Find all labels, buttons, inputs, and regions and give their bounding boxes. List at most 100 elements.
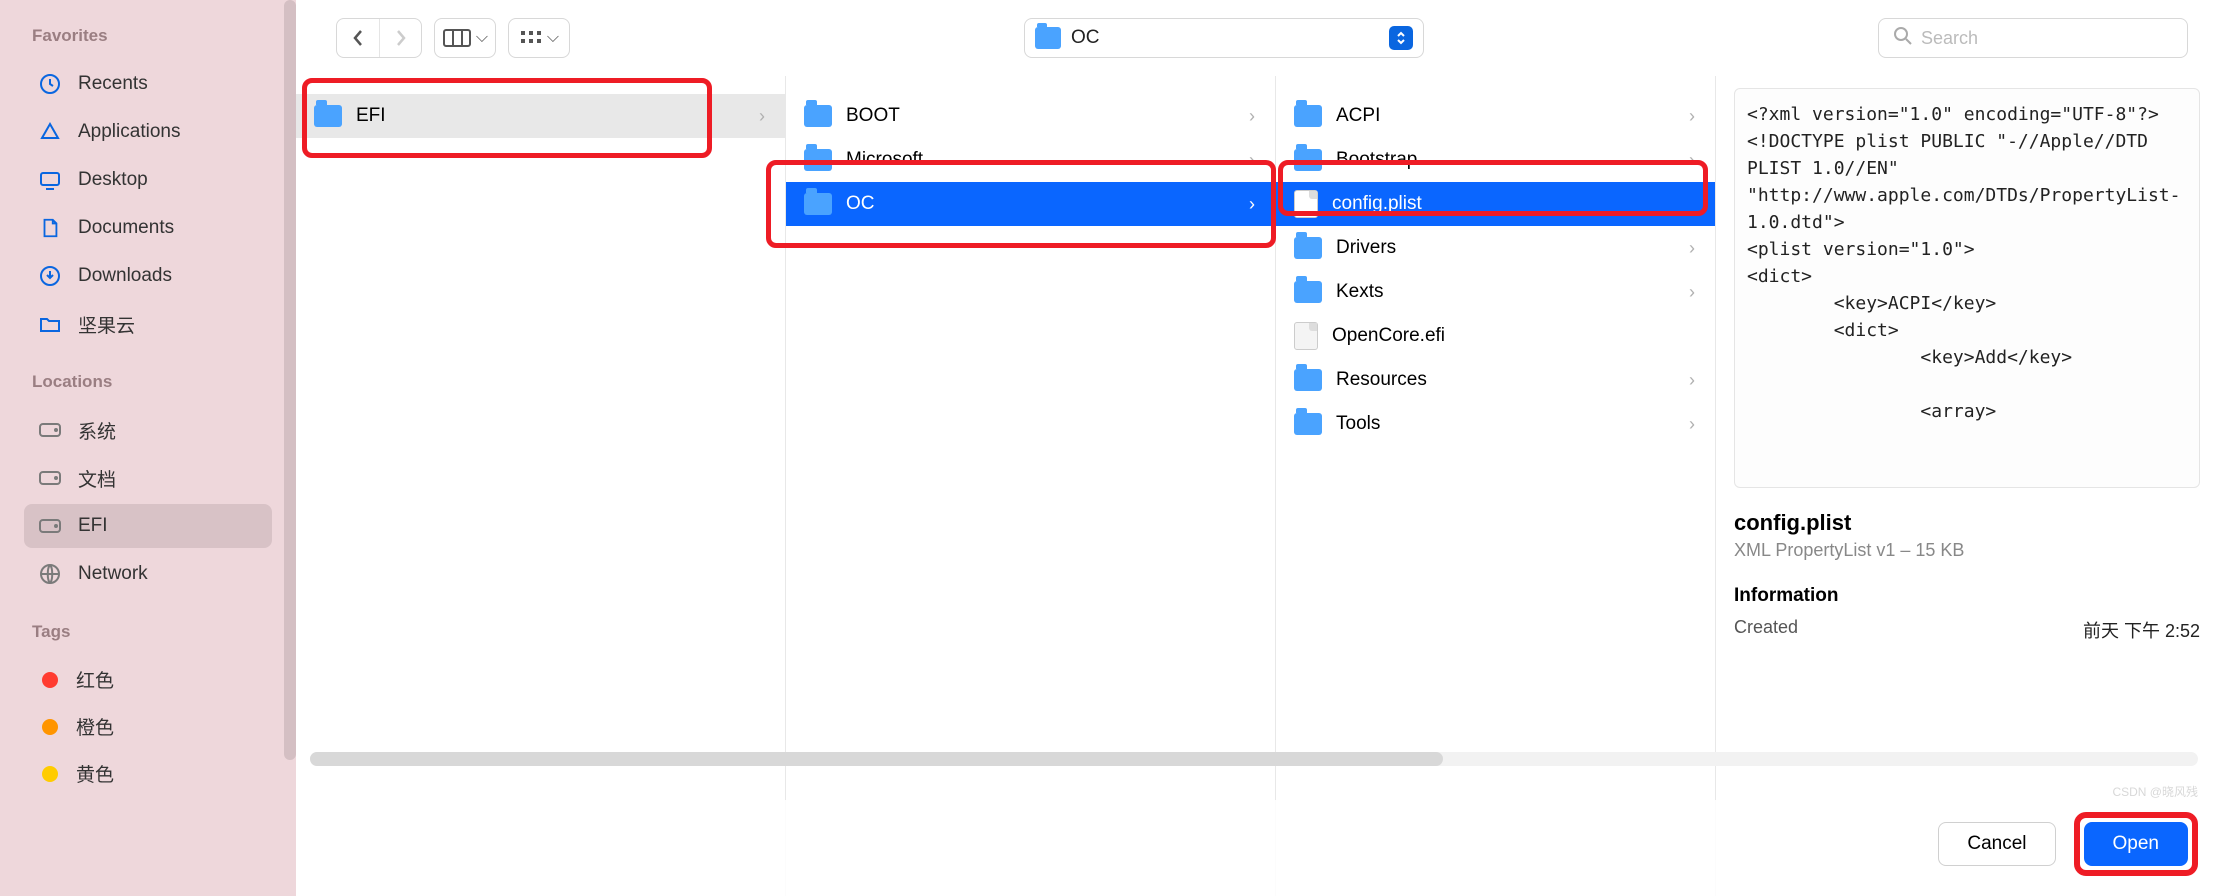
item-label: Drivers xyxy=(1336,237,1689,259)
file-icon xyxy=(1294,322,1318,350)
forward-button[interactable] xyxy=(379,19,421,57)
sidebar-item-recents[interactable]: Recents xyxy=(24,62,272,106)
sidebar-item-label: Recents xyxy=(78,73,148,95)
clock-icon xyxy=(36,70,64,98)
desktop-icon xyxy=(36,166,64,194)
list-item[interactable]: EFI › xyxy=(296,94,785,138)
annotation-box: Open xyxy=(2074,812,2198,876)
sidebar-item-label: 橙色 xyxy=(76,713,114,740)
sidebar: Favorites Recents Applications Desktop D… xyxy=(0,0,296,896)
chevron-right-icon: › xyxy=(1689,282,1695,303)
sidebar-item-label: 坚果云 xyxy=(78,311,135,338)
search-box[interactable] xyxy=(1878,18,2188,58)
sidebar-item-jianguoyun[interactable]: 坚果云 xyxy=(24,302,272,346)
sidebar-item-desktop[interactable]: Desktop xyxy=(24,158,272,202)
group-icon: ⌵ xyxy=(509,19,569,57)
sidebar-tag-yellow[interactable]: 黄色 xyxy=(24,752,272,795)
chevron-right-icon: › xyxy=(1689,150,1695,171)
sidebar-item-label: 系统 xyxy=(78,417,116,444)
column-1: EFI › xyxy=(296,76,786,896)
columns-browser: EFI › BOOT › Microsoft › xyxy=(296,76,2218,896)
path-label: OC xyxy=(1071,27,1379,49)
info-heading: Information xyxy=(1734,585,2200,607)
cancel-button[interactable]: Cancel xyxy=(1938,822,2055,866)
sidebar-item-applications[interactable]: Applications xyxy=(24,110,272,154)
item-label: Tools xyxy=(1336,413,1689,435)
item-label: config.plist xyxy=(1332,193,1695,215)
doc-icon xyxy=(36,214,64,242)
favorites-heading: Favorites xyxy=(24,20,272,52)
back-button[interactable] xyxy=(337,19,379,57)
item-label: Bootstrap xyxy=(1336,149,1689,171)
list-item[interactable]: OpenCore.efi xyxy=(1276,314,1715,358)
item-label: Resources xyxy=(1336,369,1689,391)
tags-heading: Tags xyxy=(24,616,272,648)
item-label: OC xyxy=(846,193,1249,215)
folder-icon xyxy=(804,149,832,171)
preview-filetype: XML PropertyList v1 – 15 KB xyxy=(1734,540,2200,561)
item-label: Microsoft xyxy=(846,149,1249,171)
sidebar-item-label: Downloads xyxy=(78,265,172,287)
sidebar-item-downloads[interactable]: Downloads xyxy=(24,254,272,298)
view-group[interactable]: ⌵ xyxy=(434,18,496,58)
info-label: Created xyxy=(1734,617,1798,643)
columns-view-icon: ⌵ xyxy=(435,19,495,57)
chevron-right-icon: › xyxy=(1689,370,1695,391)
column-2: BOOT › Microsoft › OC › xyxy=(786,76,1276,896)
list-item[interactable]: Bootstrap› xyxy=(1276,138,1715,182)
chevron-right-icon: › xyxy=(1689,106,1695,127)
horizontal-scrollbar[interactable] xyxy=(310,752,2198,766)
folder-icon xyxy=(1294,413,1322,435)
chevron-right-icon: › xyxy=(1249,194,1255,215)
list-item[interactable]: BOOT › xyxy=(786,94,1275,138)
sidebar-item-label: EFI xyxy=(78,515,108,537)
bottom-bar: Cancel Open xyxy=(296,800,2218,896)
folder-icon xyxy=(1294,105,1322,127)
sidebar-tag-orange[interactable]: 橙色 xyxy=(24,705,272,748)
sidebar-tag-red[interactable]: 红色 xyxy=(24,658,272,701)
chevron-right-icon: › xyxy=(759,106,765,127)
watermark: CSDN @晓风残 xyxy=(2112,783,2198,800)
sidebar-item-label: 红色 xyxy=(76,666,114,693)
column-3: ACPI› Bootstrap› config.plist Drivers› K… xyxy=(1276,76,1716,896)
preview-filename: config.plist xyxy=(1734,510,2200,536)
sidebar-item-network[interactable]: Network xyxy=(24,552,272,596)
folder-icon xyxy=(1035,27,1061,49)
list-item[interactable]: Kexts› xyxy=(1276,270,1715,314)
file-icon xyxy=(1294,190,1318,218)
locations-heading: Locations xyxy=(24,366,272,398)
preview-content: <?xml version="1.0" encoding="UTF-8"?> <… xyxy=(1734,88,2200,488)
list-item[interactable]: Drivers› xyxy=(1276,226,1715,270)
sidebar-scrollbar[interactable] xyxy=(284,0,296,760)
list-item[interactable]: OC › xyxy=(786,182,1275,226)
list-item[interactable]: config.plist xyxy=(1276,182,1715,226)
folder-icon xyxy=(1294,281,1322,303)
chevron-right-icon: › xyxy=(1689,238,1695,259)
list-item[interactable]: ACPI› xyxy=(1276,94,1715,138)
folder-icon xyxy=(1294,149,1322,171)
item-label: ACPI xyxy=(1336,105,1689,127)
sidebar-item-wendang[interactable]: 文档 xyxy=(24,456,272,500)
sidebar-item-documents[interactable]: Documents xyxy=(24,206,272,250)
group-by[interactable]: ⌵ xyxy=(508,18,570,58)
sidebar-item-label: 文档 xyxy=(78,465,116,492)
folder-icon xyxy=(804,193,832,215)
tag-dot-icon xyxy=(42,719,58,735)
list-item[interactable]: Tools› xyxy=(1276,402,1715,446)
path-selector[interactable]: OC xyxy=(1024,18,1424,58)
sidebar-item-label: Applications xyxy=(78,121,180,143)
list-item[interactable]: Resources› xyxy=(1276,358,1715,402)
info-row-created: Created 前天 下午 2:52 xyxy=(1734,617,2200,643)
scrollbar-thumb[interactable] xyxy=(310,752,1443,766)
search-input[interactable] xyxy=(1921,28,2173,49)
sidebar-item-efi[interactable]: EFI xyxy=(24,504,272,548)
folder-icon xyxy=(1294,237,1322,259)
tag-dot-icon xyxy=(42,672,58,688)
item-label: EFI xyxy=(356,105,759,127)
disk-icon xyxy=(36,464,64,492)
download-icon xyxy=(36,262,64,290)
sidebar-item-system[interactable]: 系统 xyxy=(24,408,272,452)
info-value: 前天 下午 2:52 xyxy=(2083,617,2200,643)
open-button[interactable]: Open xyxy=(2084,822,2188,866)
list-item[interactable]: Microsoft › xyxy=(786,138,1275,182)
